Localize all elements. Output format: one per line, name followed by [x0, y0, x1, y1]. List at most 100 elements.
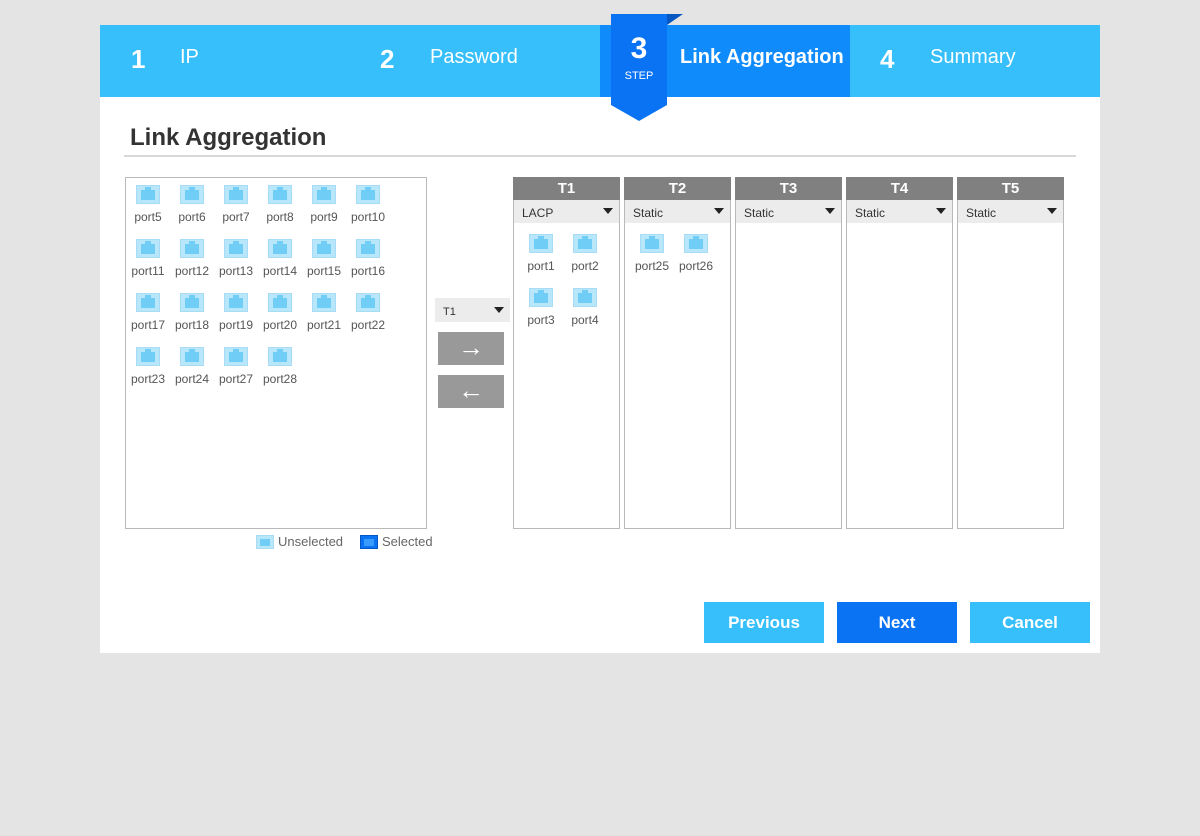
- port-port1[interactable]: port1: [519, 234, 563, 280]
- port-selected-icon: [360, 535, 378, 549]
- port-port11[interactable]: port11: [126, 239, 170, 285]
- port-port7[interactable]: port7: [214, 185, 258, 231]
- port-label: port25: [634, 259, 670, 273]
- port-port21[interactable]: port21: [302, 293, 346, 339]
- port-label: port22: [350, 318, 386, 332]
- port-port8[interactable]: port8: [258, 185, 302, 231]
- port-port4[interactable]: port4: [563, 288, 607, 334]
- ethernet-port-icon: [573, 288, 597, 307]
- ethernet-port-icon: [356, 239, 380, 258]
- target-trunk-value: T1: [443, 306, 456, 318]
- trunk-mode-value: Static: [855, 206, 886, 220]
- trunk-mode-select[interactable]: Static: [625, 200, 730, 223]
- port-unselected-icon: [256, 535, 274, 549]
- port-label: port27: [218, 372, 254, 386]
- step-summary: 4 Summary: [850, 25, 1100, 97]
- port-label: port1: [527, 259, 555, 273]
- port-label: port6: [178, 210, 206, 224]
- port-port20[interactable]: port20: [258, 293, 302, 339]
- ethernet-port-icon: [356, 185, 380, 204]
- legend-label: Selected: [382, 534, 433, 549]
- port-port6[interactable]: port6: [170, 185, 214, 231]
- wizard-panel: 1 IP 2 Password Link Aggregation 4 Summa…: [100, 14, 1100, 653]
- port-port26[interactable]: port26: [674, 234, 718, 280]
- active-step-caption: STEP: [624, 70, 654, 82]
- port-label: port18: [174, 318, 210, 332]
- trunk-mode-select[interactable]: Static: [847, 200, 952, 223]
- trunk-mode-select[interactable]: Static: [736, 200, 841, 223]
- ethernet-port-icon: [180, 185, 204, 204]
- port-label: port3: [527, 313, 555, 327]
- chevron-down-icon: [825, 208, 835, 214]
- port-label: port12: [174, 264, 210, 278]
- trunk-mode-select[interactable]: LACP: [514, 200, 619, 223]
- next-button[interactable]: Next: [837, 602, 957, 643]
- port-label: port7: [222, 210, 250, 224]
- ethernet-port-icon: [529, 288, 553, 307]
- step-label: IP: [180, 46, 199, 68]
- port-port27[interactable]: port27: [214, 347, 258, 393]
- move-to-trunk-button[interactable]: →: [438, 332, 504, 365]
- port-port14[interactable]: port14: [258, 239, 302, 285]
- ethernet-port-icon: [573, 234, 597, 253]
- port-port22[interactable]: port22: [346, 293, 390, 339]
- chevron-down-icon: [603, 208, 613, 214]
- port-label: port14: [262, 264, 298, 278]
- port-label: port13: [218, 264, 254, 278]
- arrow-right-icon: →: [458, 332, 484, 362]
- port-port16[interactable]: port16: [346, 239, 390, 285]
- port-port15[interactable]: port15: [302, 239, 346, 285]
- ethernet-port-icon: [136, 293, 160, 312]
- port-label: port11: [131, 264, 165, 278]
- trunk-group-t3: T3 Static: [735, 177, 842, 529]
- port-port24[interactable]: port24: [170, 347, 214, 393]
- ethernet-port-icon: [268, 293, 292, 312]
- step-label: Link Aggregation: [680, 46, 844, 68]
- chevron-down-icon: [714, 208, 724, 214]
- port-port12[interactable]: port12: [170, 239, 214, 285]
- ethernet-port-icon: [180, 347, 204, 366]
- active-step-number: 3: [630, 32, 648, 65]
- remove-from-trunk-button[interactable]: ←: [438, 375, 504, 408]
- ethernet-port-icon: [684, 234, 708, 253]
- port-port9[interactable]: port9: [302, 185, 346, 231]
- trunk-mode-value: LACP: [522, 206, 554, 220]
- port-port10[interactable]: port10: [346, 185, 390, 231]
- chevron-down-icon: [1047, 208, 1057, 214]
- ethernet-port-icon: [224, 347, 248, 366]
- port-port13[interactable]: port13: [214, 239, 258, 285]
- port-port5[interactable]: port5: [126, 185, 170, 231]
- trunk-mode-select[interactable]: Static: [958, 200, 1063, 223]
- cancel-button[interactable]: Cancel: [970, 602, 1090, 643]
- port-port3[interactable]: port3: [519, 288, 563, 334]
- target-trunk-select[interactable]: T1: [435, 298, 510, 322]
- port-label: port21: [306, 318, 342, 332]
- port-label: port19: [218, 318, 254, 332]
- port-label: port28: [262, 372, 298, 386]
- ethernet-port-icon: [224, 239, 248, 258]
- port-label: port4: [571, 313, 599, 327]
- port-label: port16: [350, 264, 386, 278]
- previous-button[interactable]: Previous: [704, 602, 824, 643]
- port-port18[interactable]: port18: [170, 293, 214, 339]
- port-port2[interactable]: port2: [563, 234, 607, 280]
- port-label: port20: [262, 318, 298, 332]
- trunk-header: T3: [735, 177, 842, 200]
- port-port23[interactable]: port23: [126, 347, 170, 393]
- port-label: port23: [130, 372, 166, 386]
- active-step-flag: 3 STEP: [611, 14, 667, 121]
- port-label: port2: [571, 259, 599, 273]
- chevron-down-icon: [494, 307, 504, 313]
- ethernet-port-icon: [529, 234, 553, 253]
- port-port17[interactable]: port17: [126, 293, 170, 339]
- port-label: port15: [306, 264, 342, 278]
- wizard-steps: 1 IP 2 Password Link Aggregation 4 Summa…: [100, 25, 1100, 97]
- chevron-down-icon: [936, 208, 946, 214]
- title-divider: [124, 155, 1076, 157]
- step-label: Summary: [930, 46, 1016, 68]
- available-ports-panel: port5 port6 port7 port8 port9 port10 port11 por…: [125, 177, 427, 529]
- port-port28[interactable]: port28: [258, 347, 302, 393]
- port-port25[interactable]: port25: [630, 234, 674, 280]
- port-port19[interactable]: port19: [214, 293, 258, 339]
- ethernet-port-icon: [136, 347, 160, 366]
